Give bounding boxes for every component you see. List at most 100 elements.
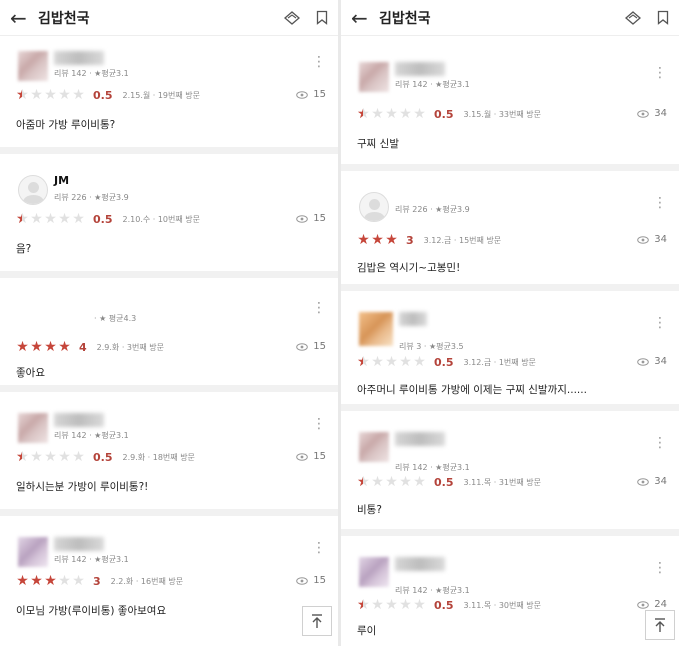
page-title: 김밥천국 <box>38 10 90 27</box>
review-text: 아줌마 가방 루이비통? <box>16 119 116 131</box>
rating-score: 4 <box>79 340 87 354</box>
review-text: 음? <box>16 243 32 255</box>
visit-date: 3.11.목 · 31번째 방문 <box>463 477 542 487</box>
reviewer-meta: 리뷰 142 · ★평균3.1 <box>395 463 470 472</box>
visit-date: 2.10.수 · 10번째 방문 <box>122 214 201 224</box>
star-empty-icon: ★ <box>58 449 71 465</box>
star-empty-icon: ★ <box>44 211 57 227</box>
rating-score: 0.5 <box>434 107 454 121</box>
blurred-username <box>399 312 427 326</box>
arrow-left-icon[interactable]: ← <box>10 6 36 30</box>
reviewer-meta: 리뷰 226 · ★평균3.9 <box>395 205 470 214</box>
reviewer-meta: 리뷰 142 · ★평균3.1 <box>395 586 470 595</box>
blurred-username <box>54 413 104 427</box>
view-count: 34 <box>637 356 667 367</box>
star-full-icon: ★ <box>16 339 29 355</box>
more-vertical-icon[interactable]: ⋮ <box>653 436 667 450</box>
view-count-value: 34 <box>654 108 667 119</box>
avatar[interactable] <box>18 307 48 337</box>
more-vertical-icon[interactable]: ⋮ <box>312 541 326 555</box>
star-rating: ★ ★ ★ ★ ★ <box>16 450 85 464</box>
star-empty-icon: ★ <box>413 354 426 370</box>
avatar[interactable] <box>359 312 393 346</box>
blurred-username <box>395 432 445 446</box>
star-rating: ★ ★ ★ ★ ★ <box>16 574 85 588</box>
view-count: 34 <box>637 234 667 245</box>
username[interactable]: JM <box>54 174 69 187</box>
star-empty-icon: ★ <box>30 211 43 227</box>
arrow-left-icon[interactable]: ← <box>351 6 377 30</box>
star-half-icon: ★ <box>357 598 370 612</box>
rating-row: ★ ★ ★ ★ 4 2.9.화 · 3번째 방문 <box>16 339 328 355</box>
star-rating: ★ ★ ★ ★ ★ <box>357 475 426 489</box>
visit-date: 2.2.화 · 16번째 방문 <box>110 576 184 586</box>
blurred-username <box>54 51 104 65</box>
more-vertical-icon[interactable]: ⋮ <box>653 561 667 575</box>
review-card: JM 리뷰 226 · ★평균3.9 ★★★★★ 0.5 2.10.수 · 10… <box>0 161 338 278</box>
more-vertical-icon[interactable]: ⋮ <box>653 316 667 330</box>
rating-score: 0.5 <box>434 598 454 612</box>
bookmark-icon[interactable] <box>316 10 328 25</box>
diamond-share-icon[interactable] <box>282 10 302 26</box>
eye-icon <box>637 600 650 609</box>
star-rating: ★ ★ ★ ★ ★ <box>16 212 85 226</box>
view-count: 34 <box>637 476 667 487</box>
star-empty-icon: ★ <box>399 354 412 370</box>
review-text: 아주머니 루이비통 가방에 이제는 구찌 신발까지...... <box>357 384 587 396</box>
star-full-icon: ★ <box>58 339 71 355</box>
star-empty-icon: ★ <box>385 474 398 490</box>
star-rating: ★ ★ ★ <box>357 233 398 247</box>
review-text: 김밥은 역시기~고봉민! <box>357 262 461 274</box>
star-empty-icon: ★ <box>371 106 384 122</box>
avatar[interactable] <box>18 175 48 205</box>
review-text: 이모님 가방(루이비통) 좋아보여요 <box>16 605 167 617</box>
star-empty-icon: ★ <box>399 106 412 122</box>
more-vertical-icon[interactable]: ⋮ <box>312 417 326 431</box>
more-vertical-icon[interactable]: ⋮ <box>312 301 326 315</box>
rating-score: 0.5 <box>93 212 113 226</box>
diamond-share-icon[interactable] <box>623 10 643 26</box>
eye-icon <box>637 109 650 118</box>
avatar[interactable] <box>359 432 389 462</box>
rating-score: 0.5 <box>93 88 113 102</box>
rating-row: ★ ★ ★ 3 3.12.금 · 15번째 방문 <box>357 232 669 248</box>
view-count-value: 15 <box>313 451 326 462</box>
left-screen: ← 김밥천국 리뷰 142 · ★평균3.1 ⋮ ★★★★★ 0.5 2.15.… <box>0 0 338 646</box>
star-empty-icon: ★ <box>385 106 398 122</box>
scroll-to-top-button[interactable] <box>645 610 675 640</box>
right-screen: ← 김밥천국 리뷰 142 · ★평균3.1 ⋮ ★★★★★ 0.5 3.15.… <box>341 0 679 646</box>
eye-icon <box>296 576 309 585</box>
avatar[interactable] <box>359 557 389 587</box>
rating-row: ★★★★★ 0.5 2.15.월 · 19번째 방문 <box>16 87 328 103</box>
view-count-value: 34 <box>654 356 667 367</box>
visit-date: 3.15.월 · 33번째 방문 <box>463 109 542 119</box>
rating-score: 3 <box>406 233 414 247</box>
view-count: 15 <box>296 341 326 352</box>
review-text: 좋아요 <box>16 367 45 379</box>
eye-icon <box>637 357 650 366</box>
bookmark-icon[interactable] <box>657 10 669 25</box>
visit-date: 2.9.화 · 18번째 방문 <box>122 452 195 462</box>
star-rating: ★ ★ ★ ★ ★ <box>357 598 426 612</box>
reviewer-meta: 리뷰 142 · ★평균3.1 <box>395 80 470 89</box>
eye-icon <box>296 452 309 461</box>
eye-icon <box>296 342 309 351</box>
avatar[interactable] <box>18 51 48 81</box>
star-empty-icon: ★ <box>385 354 398 370</box>
review-card: 리뷰 142 · ★평균3.1 ⋮ ★★★★★ 0.5 3.11.목 · 31번… <box>341 418 679 536</box>
avatar[interactable] <box>359 62 389 92</box>
star-full-icon: ★ <box>44 339 57 355</box>
star-empty-icon: ★ <box>44 87 57 103</box>
view-count: 15 <box>296 575 326 586</box>
view-count: 15 <box>296 213 326 224</box>
more-vertical-icon[interactable]: ⋮ <box>653 196 667 210</box>
more-vertical-icon[interactable]: ⋮ <box>312 55 326 69</box>
avatar[interactable] <box>18 537 48 567</box>
star-empty-icon: ★ <box>399 597 412 613</box>
scroll-to-top-button[interactable] <box>302 606 332 636</box>
more-vertical-icon[interactable]: ⋮ <box>653 66 667 80</box>
reviewer-meta: 리뷰 3 · ★평균3.5 <box>399 342 464 351</box>
star-rating: ★ ★ ★ ★ ★ <box>16 88 85 102</box>
avatar[interactable] <box>359 192 389 222</box>
avatar[interactable] <box>18 413 48 443</box>
